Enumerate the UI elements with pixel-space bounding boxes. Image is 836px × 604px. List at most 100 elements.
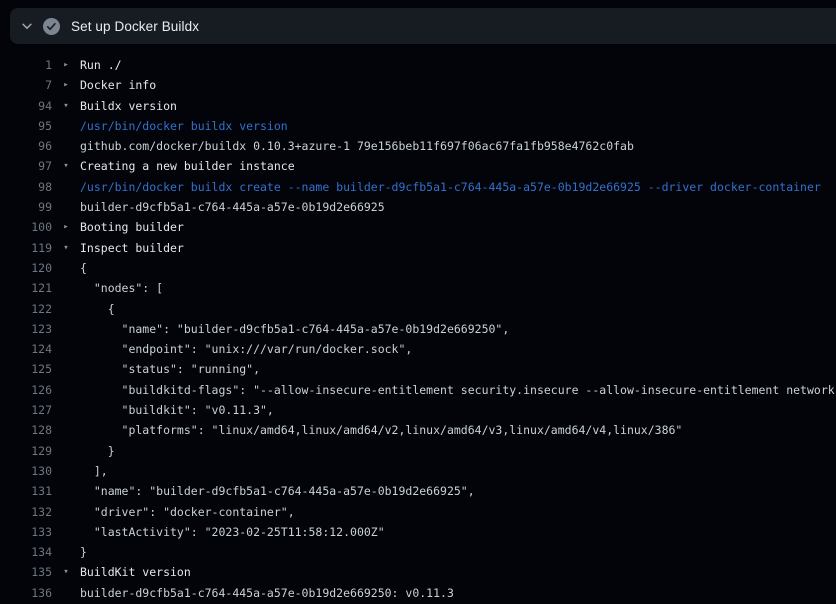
- output-text: "buildkitd-flags": "--allow-insecure-ent…: [80, 380, 836, 400]
- group-title[interactable]: BuildKit version: [80, 562, 836, 582]
- group-title[interactable]: Docker info: [80, 75, 836, 95]
- triangle-down-icon[interactable]: ▾: [52, 96, 80, 116]
- toggle-spacer: [52, 522, 80, 542]
- log-row: 131 "name": "builder-d9cfb5a1-c764-445a-…: [0, 481, 836, 501]
- step-title: Set up Docker Buildx: [71, 19, 199, 34]
- log-row[interactable]: 7▸Docker info: [0, 75, 836, 95]
- group-title[interactable]: Buildx version: [80, 96, 836, 116]
- line-number[interactable]: 128: [0, 420, 52, 440]
- command-text: /usr/bin/docker buildx version: [80, 116, 836, 136]
- toggle-spacer: [52, 380, 80, 400]
- output-text: builder-d9cfb5a1-c764-445a-a57e-0b19d2e6…: [80, 197, 836, 217]
- line-number[interactable]: 134: [0, 542, 52, 562]
- line-number[interactable]: 120: [0, 258, 52, 278]
- step-header[interactable]: Set up Docker Buildx: [10, 8, 836, 44]
- output-text: "name": "builder-d9cfb5a1-c764-445a-a57e…: [80, 319, 836, 339]
- line-number[interactable]: 99: [0, 197, 52, 217]
- output-text: {: [80, 258, 836, 278]
- line-number[interactable]: 135: [0, 562, 52, 582]
- chevron-down-icon[interactable]: [18, 17, 36, 35]
- output-text: }: [80, 441, 836, 461]
- line-number[interactable]: 122: [0, 299, 52, 319]
- line-number[interactable]: 123: [0, 319, 52, 339]
- line-number[interactable]: 124: [0, 339, 52, 359]
- log-lines: 1▸Run ./7▸Docker info94▾Buildx version95…: [0, 55, 836, 603]
- log-row: 99 builder-d9cfb5a1-c764-445a-a57e-0b19d2…: [0, 197, 836, 217]
- line-number[interactable]: 121: [0, 278, 52, 298]
- log-row: 136 builder-d9cfb5a1-c764-445a-a57e-0b19d…: [0, 583, 836, 603]
- line-number[interactable]: 96: [0, 136, 52, 156]
- toggle-spacer: [52, 461, 80, 481]
- log-row: 122 {: [0, 299, 836, 319]
- command-text: /usr/bin/docker buildx create --name bui…: [80, 177, 836, 197]
- output-text: "driver": "docker-container",: [80, 502, 836, 522]
- group-title[interactable]: Creating a new builder instance: [80, 156, 836, 176]
- line-number[interactable]: 127: [0, 400, 52, 420]
- log-row[interactable]: 94▾Buildx version: [0, 96, 836, 116]
- triangle-down-icon[interactable]: ▾: [52, 238, 80, 258]
- log-row: 123 "name": "builder-d9cfb5a1-c764-445a-…: [0, 319, 836, 339]
- log-row: 130 ],: [0, 461, 836, 481]
- line-number[interactable]: 1: [0, 55, 52, 75]
- line-number[interactable]: 132: [0, 502, 52, 522]
- log-pane[interactable]: 1▸Run ./7▸Docker info94▾Buildx version95…: [0, 44, 836, 604]
- output-text: "status": "running",: [80, 359, 836, 379]
- toggle-spacer: [52, 441, 80, 461]
- log-row: 125 "status": "running",: [0, 359, 836, 379]
- line-number[interactable]: 119: [0, 238, 52, 258]
- output-text: github.com/docker/buildx 0.10.3+azure-1 …: [80, 136, 836, 156]
- triangle-right-icon[interactable]: ▸: [52, 75, 80, 95]
- triangle-right-icon[interactable]: ▸: [52, 217, 80, 237]
- line-number[interactable]: 136: [0, 583, 52, 603]
- log-row: 96 github.com/docker/buildx 0.10.3+azure-…: [0, 136, 836, 156]
- group-title[interactable]: Run ./: [80, 55, 836, 75]
- group-title[interactable]: Booting builder: [80, 217, 836, 237]
- triangle-right-icon[interactable]: ▸: [52, 55, 80, 75]
- output-text: builder-d9cfb5a1-c764-445a-a57e-0b19d2e6…: [80, 583, 836, 603]
- log-row[interactable]: 100▸Booting builder: [0, 217, 836, 237]
- line-number[interactable]: 95: [0, 116, 52, 136]
- line-number[interactable]: 98: [0, 177, 52, 197]
- toggle-spacer: [52, 583, 80, 603]
- log-row[interactable]: 119▾Inspect builder: [0, 238, 836, 258]
- log-row: 95/usr/bin/docker buildx version: [0, 116, 836, 136]
- output-text: "lastActivity": "2023-02-25T11:58:12.000…: [80, 522, 836, 542]
- toggle-spacer: [52, 542, 80, 562]
- log-row: 128 "platforms": "linux/amd64,linux/amd6…: [0, 420, 836, 440]
- line-number[interactable]: 7: [0, 75, 52, 95]
- log-row: 129 }: [0, 441, 836, 461]
- line-number[interactable]: 94: [0, 96, 52, 116]
- line-number[interactable]: 130: [0, 461, 52, 481]
- toggle-spacer: [52, 400, 80, 420]
- line-number[interactable]: 129: [0, 441, 52, 461]
- toggle-spacer: [52, 502, 80, 522]
- toggle-spacer: [52, 481, 80, 501]
- log-row[interactable]: 1▸Run ./: [0, 55, 836, 75]
- output-text: ],: [80, 461, 836, 481]
- triangle-down-icon[interactable]: ▾: [52, 156, 80, 176]
- log-row: 132 "driver": "docker-container",: [0, 502, 836, 522]
- toggle-spacer: [52, 420, 80, 440]
- toggle-spacer: [52, 278, 80, 298]
- log-row: 124 "endpoint": "unix:///var/run/docker.…: [0, 339, 836, 359]
- log-row: 134}: [0, 542, 836, 562]
- line-number[interactable]: 126: [0, 380, 52, 400]
- log-row: 120 {: [0, 258, 836, 278]
- toggle-spacer: [52, 359, 80, 379]
- triangle-down-icon[interactable]: ▾: [52, 562, 80, 582]
- log-row: 121 "nodes": [: [0, 278, 836, 298]
- toggle-spacer: [52, 319, 80, 339]
- line-number[interactable]: 133: [0, 522, 52, 542]
- log-row[interactable]: 97▾Creating a new builder instance: [0, 156, 836, 176]
- line-number[interactable]: 125: [0, 359, 52, 379]
- log-row: 126 "buildkitd-flags": "--allow-insecure…: [0, 380, 836, 400]
- line-number[interactable]: 97: [0, 156, 52, 176]
- toggle-spacer: [52, 177, 80, 197]
- group-title[interactable]: Inspect builder: [80, 238, 836, 258]
- line-number[interactable]: 100: [0, 217, 52, 237]
- log-row[interactable]: 135▾BuildKit version: [0, 562, 836, 582]
- line-number[interactable]: 131: [0, 481, 52, 501]
- toggle-spacer: [52, 197, 80, 217]
- log-row: 98/usr/bin/docker buildx create --name b…: [0, 177, 836, 197]
- output-text: "platforms": "linux/amd64,linux/amd64/v2…: [80, 420, 836, 440]
